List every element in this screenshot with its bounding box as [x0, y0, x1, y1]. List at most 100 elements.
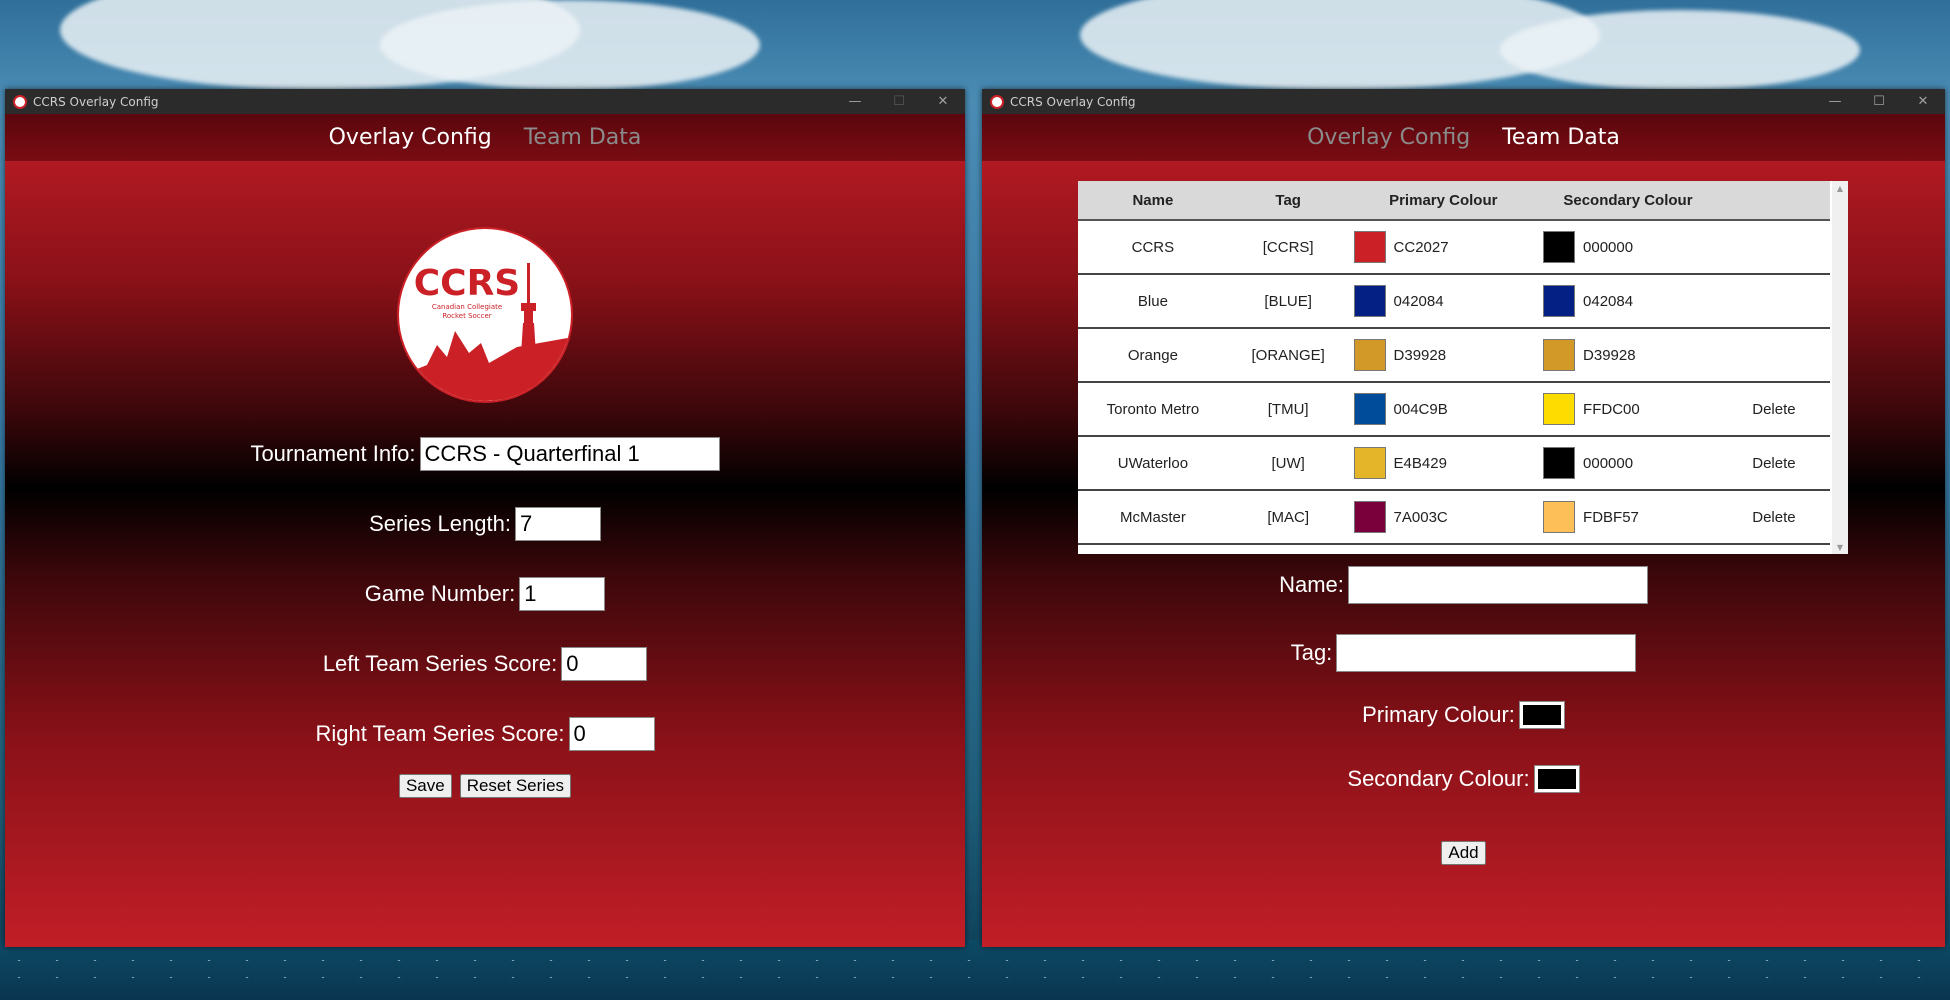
window-titlebar[interactable]: CCRS Overlay Config — ☐ ✕	[5, 89, 965, 114]
secondary-colour-cell: FDBF57	[1538, 490, 1718, 545]
team-tag-cell: [MAC]	[1227, 490, 1349, 545]
teams-table-container[interactable]: Name Tag Primary Colour Secondary Colour…	[1078, 181, 1848, 554]
column-header-action	[1717, 181, 1830, 221]
primary-colour-cell: CC2027	[1348, 220, 1539, 275]
secondary-colour-swatch	[1543, 285, 1576, 317]
team-name-label: Name:	[1279, 572, 1344, 597]
primary-colour-hex: E4B429	[1393, 454, 1447, 472]
secondary-colour-row: Secondary Colour:	[982, 765, 1945, 793]
right-score-label: Right Team Series Score:	[315, 721, 565, 746]
secondary-colour-picker[interactable]	[1533, 765, 1580, 793]
overlay-config-panel: Overlay Config Team Data CCRS Canadian C…	[5, 114, 965, 947]
table-row: Toronto Metro [TMU] 004C9B FFDC00 Delete	[1078, 382, 1830, 437]
secondary-colour-hex: 000000	[1583, 238, 1634, 256]
tab-overlay-config[interactable]: Overlay Config	[329, 125, 492, 150]
app-icon	[990, 94, 1004, 109]
primary-colour-swatch	[1353, 447, 1386, 479]
delete-team-button[interactable]: Delete	[1717, 382, 1830, 437]
delete-team-button[interactable]: Delete	[1717, 490, 1830, 545]
ccrs-logo: CCRS Canadian Collegiate Rocket Soccer	[397, 227, 573, 403]
add-team-actions: Add	[982, 841, 1945, 865]
right-score-input[interactable]	[568, 717, 655, 751]
team-name-input[interactable]	[1347, 566, 1648, 604]
tournament-info-label: Tournament Info:	[250, 441, 416, 466]
team-tag-cell: [BLUE]	[1227, 274, 1349, 329]
team-tag-label: Tag:	[1290, 640, 1333, 665]
scroll-up-icon[interactable]: ▲	[1832, 181, 1848, 195]
primary-colour-label: Primary Colour:	[1362, 702, 1515, 727]
add-team-button[interactable]: Add	[1441, 841, 1486, 865]
table-scrollbar[interactable]: ▲ ▼	[1832, 181, 1848, 554]
primary-colour-cell: D39928	[1348, 328, 1539, 383]
primary-colour-swatch	[1353, 501, 1386, 533]
close-icon[interactable]: ✕	[921, 89, 965, 114]
scroll-down-icon[interactable]: ▼	[1832, 540, 1848, 554]
secondary-colour-cell: 000000	[1538, 436, 1718, 491]
tab-team-data[interactable]: Team Data	[524, 125, 642, 150]
secondary-colour-cell: FFDC00	[1538, 382, 1718, 437]
table-row: McMaster [MAC] 7A003C FDBF57 Delete	[1078, 490, 1830, 545]
window-titlebar[interactable]: CCRS Overlay Config — ☐ ✕	[982, 89, 1945, 114]
team-name-cell: Blue	[1078, 274, 1228, 329]
primary-colour-swatch	[1353, 285, 1386, 317]
close-icon[interactable]: ✕	[1901, 89, 1945, 114]
nav-bar: Overlay Config Team Data	[5, 114, 965, 161]
game-number-label: Game Number:	[364, 581, 516, 606]
team-tag-cell: [UW]	[1227, 436, 1349, 491]
game-number-row: Game Number:	[5, 577, 965, 611]
team-data-panel: Overlay Config Team Data Name Tag Primar…	[982, 114, 1945, 947]
team-tag-cell: [TMU]	[1227, 382, 1349, 437]
team-name-row: Name:	[982, 566, 1945, 604]
team-name-cell: Orange	[1078, 328, 1228, 383]
tournament-info-row: Tournament Info:	[5, 437, 965, 471]
series-length-row: Series Length:	[5, 507, 965, 541]
secondary-colour-hex: 000000	[1583, 454, 1634, 472]
tournament-info-input[interactable]	[419, 437, 720, 471]
table-row: Orange [ORANGE] D39928 D39928	[1078, 328, 1830, 383]
minimize-icon[interactable]: —	[1813, 89, 1857, 114]
left-score-input[interactable]	[561, 647, 648, 681]
team-name-cell: CCRS	[1078, 220, 1228, 275]
secondary-colour-label: Secondary Colour:	[1347, 766, 1530, 791]
reset-series-button[interactable]: Reset Series	[459, 774, 572, 798]
minimize-icon[interactable]: —	[833, 89, 877, 114]
team-tag-cell: [CCRS]	[1227, 220, 1349, 275]
overlay-config-window: CCRS Overlay Config — ☐ ✕ Overlay Config…	[5, 89, 965, 947]
maximize-icon[interactable]: ☐	[877, 89, 921, 114]
maximize-icon[interactable]: ☐	[1857, 89, 1901, 114]
team-tag-input[interactable]	[1336, 634, 1637, 672]
secondary-colour-swatch	[1543, 231, 1576, 263]
primary-colour-cell: 042084	[1348, 274, 1539, 329]
secondary-colour-swatch	[1543, 447, 1576, 479]
table-row: CCRS [CCRS] CC2027 000000	[1078, 220, 1830, 275]
team-name-cell: Toronto Metro	[1078, 382, 1228, 437]
secondary-colour-hex: FDBF57	[1583, 508, 1639, 526]
secondary-colour-hex: D39928	[1583, 346, 1636, 364]
primary-colour-swatch	[1353, 393, 1386, 425]
left-score-label: Left Team Series Score:	[322, 651, 558, 676]
tab-team-data[interactable]: Team Data	[1502, 125, 1620, 150]
team-name-cell: UWaterloo	[1078, 436, 1228, 491]
team-tag-cell: [ORANGE]	[1227, 328, 1349, 383]
series-length-input[interactable]	[514, 507, 601, 541]
column-header-tag: Tag	[1227, 181, 1349, 221]
right-score-row: Right Team Series Score:	[5, 717, 965, 751]
primary-colour-hex: D39928	[1393, 346, 1447, 364]
primary-colour-picker[interactable]	[1518, 701, 1565, 729]
delete-team-button	[1717, 274, 1830, 329]
logo-title: CCRS	[414, 263, 521, 304]
primary-colour-cell: E4B429	[1348, 436, 1539, 491]
save-button[interactable]: Save	[398, 774, 452, 798]
primary-colour-hex: 7A003C	[1393, 508, 1448, 526]
tab-overlay-config[interactable]: Overlay Config	[1307, 125, 1470, 150]
window-title: CCRS Overlay Config	[1010, 94, 1136, 109]
nav-bar: Overlay Config Team Data	[982, 114, 1945, 161]
game-number-input[interactable]	[519, 577, 606, 611]
logo-subtitle: Canadian Collegiate	[432, 303, 502, 311]
secondary-colour-cell: 000000	[1538, 220, 1718, 275]
secondary-colour-swatch	[1543, 339, 1576, 371]
left-score-row: Left Team Series Score:	[5, 647, 965, 681]
primary-colour-hex: 042084	[1393, 292, 1444, 310]
delete-team-button[interactable]: Delete	[1717, 436, 1830, 491]
column-header-secondary: Secondary Colour	[1538, 181, 1718, 221]
